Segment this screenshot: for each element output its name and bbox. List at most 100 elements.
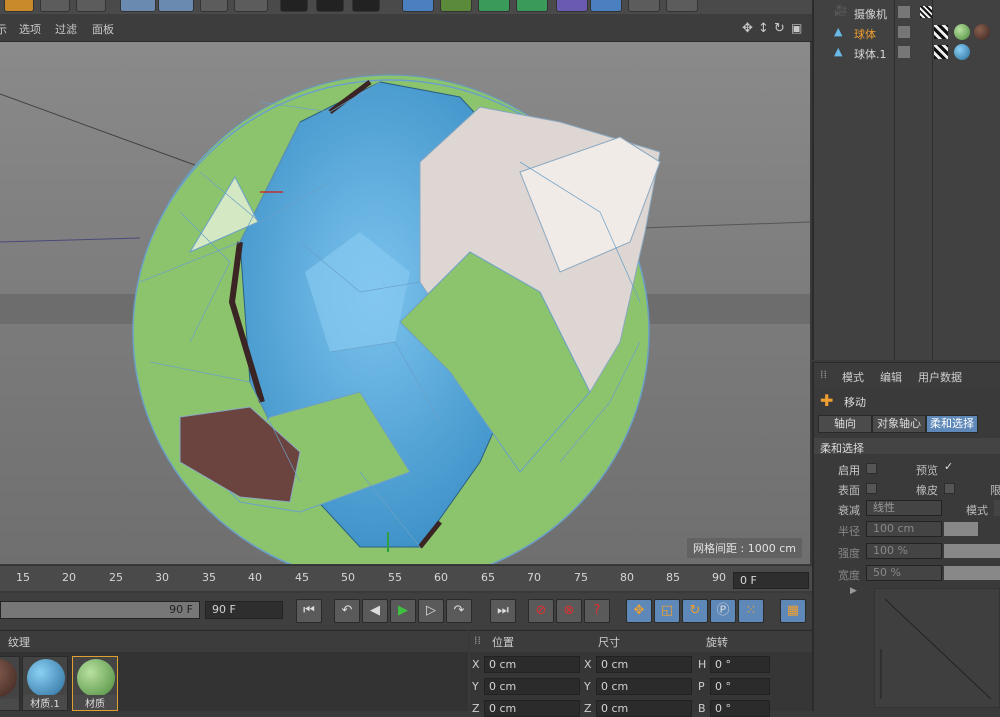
preview-checkmark-icon[interactable]: ✓ xyxy=(944,460,953,473)
end-frame-field[interactable]: 90 F xyxy=(205,601,283,619)
radius-slider[interactable] xyxy=(944,522,978,536)
point-level-key-icon[interactable]: ⁙ xyxy=(738,599,764,623)
array-button[interactable] xyxy=(516,0,548,12)
size-z-field[interactable]: 0 cm xyxy=(596,700,692,717)
tab-soft-selection[interactable]: 柔和选择 xyxy=(926,415,978,433)
next-key-icon[interactable]: ↷ xyxy=(446,599,472,623)
toolbar-button-2[interactable] xyxy=(40,0,70,12)
toolbar-button-6[interactable] xyxy=(200,0,228,12)
radius-field[interactable]: 100 cm xyxy=(866,521,942,537)
enable-checkbox[interactable] xyxy=(866,463,877,474)
menu-display[interactable]: 示 xyxy=(0,21,7,37)
timeline-ruler[interactable]: 15 20 25 30 35 40 45 50 55 60 65 70 75 8… xyxy=(0,565,812,591)
material-swatch[interactable]: 2 xyxy=(0,656,20,711)
cube-object-button[interactable] xyxy=(402,0,434,12)
layer-tag-icon[interactable] xyxy=(898,6,910,18)
tab-axis[interactable]: 轴向 xyxy=(818,415,872,433)
light-button[interactable] xyxy=(666,0,698,12)
camera-button[interactable] xyxy=(628,0,660,12)
material-swatch[interactable]: 材质.1 xyxy=(22,656,68,711)
render-button[interactable] xyxy=(280,0,308,12)
deformer-button[interactable] xyxy=(556,0,588,12)
object-name: 球体.1 xyxy=(854,48,887,61)
object-row-sphere[interactable]: ▲ 球体 xyxy=(814,23,1000,43)
menu-filter[interactable]: 过滤 xyxy=(55,21,77,37)
material-menu-texture[interactable]: 纹理 xyxy=(8,634,30,650)
texture-tag-icon[interactable] xyxy=(934,25,948,39)
menu-panel[interactable]: 面板 xyxy=(92,21,114,37)
rotation-key-icon[interactable]: ↻ xyxy=(682,599,708,623)
mode-select[interactable] xyxy=(994,500,1000,516)
texture-tag-icon[interactable] xyxy=(934,45,948,59)
menu-options[interactable]: 选项 xyxy=(19,21,41,37)
position-x-field[interactable]: 0 cm xyxy=(484,656,580,673)
material-swatch-selected[interactable]: 材质 xyxy=(72,656,118,711)
size-x-field[interactable]: 0 cm xyxy=(596,656,692,673)
toolbar-button-4[interactable] xyxy=(120,0,156,12)
current-frame-field[interactable]: 0 F xyxy=(733,572,809,589)
dolly-view-icon[interactable]: ↕ xyxy=(758,21,769,36)
toolbar-button-5[interactable] xyxy=(158,0,194,12)
object-row-sphere-1[interactable]: ▲ 球体.1 xyxy=(814,43,1000,63)
tab-object-axis[interactable]: 对象轴心 xyxy=(872,415,926,433)
toolbar-button-1[interactable] xyxy=(4,0,34,12)
sphere-object[interactable] xyxy=(132,74,661,564)
attr-menu-edit[interactable]: 编辑 xyxy=(880,369,902,385)
rotation-b-field[interactable]: 0 ° xyxy=(710,700,770,717)
record-key-icon[interactable]: ⊘ xyxy=(528,599,554,623)
parameter-key-icon[interactable]: Ⓟ xyxy=(710,599,736,623)
width-slider[interactable] xyxy=(944,566,1000,580)
position-z-field[interactable]: 0 cm xyxy=(484,700,580,717)
layer-tag-icon[interactable] xyxy=(898,26,910,38)
viewport-menubar: 示 选项 过滤 面板 ✥ ↕ ↻ ▣ xyxy=(0,14,812,42)
go-to-start-icon[interactable]: ⏮ xyxy=(296,599,322,623)
go-to-end-icon[interactable]: ⏭ xyxy=(490,599,516,623)
material-manager: 2 材质.1 材质 xyxy=(0,652,468,711)
expand-arrow-icon[interactable]: ▶ xyxy=(850,586,857,596)
next-frame-icon[interactable]: ▷ xyxy=(418,599,444,623)
strength-slider[interactable] xyxy=(944,544,1000,558)
material-tag-icon[interactable] xyxy=(974,24,990,40)
position-key-icon[interactable]: ✥ xyxy=(626,599,652,623)
previous-key-icon[interactable]: ↶ xyxy=(334,599,360,623)
position-y-field[interactable]: 0 cm xyxy=(484,678,580,695)
render-settings-button[interactable] xyxy=(316,0,344,12)
frame-range-slider[interactable]: 90 F xyxy=(0,601,200,619)
coordinates-manager: X 0 cm X 0 cm H 0 ° Y 0 cm Y 0 cm P 0 ° … xyxy=(470,652,812,717)
material-tag-icon[interactable] xyxy=(954,24,970,40)
generator-button[interactable] xyxy=(478,0,510,12)
floor-button[interactable] xyxy=(590,0,622,12)
material-tag-icon[interactable] xyxy=(954,44,970,60)
previous-frame-icon[interactable]: ◀ xyxy=(362,599,388,623)
toolbar-button-7[interactable] xyxy=(234,0,268,12)
rotate-view-icon[interactable]: ↻ xyxy=(774,21,785,36)
size-y-field[interactable]: 0 cm xyxy=(596,678,692,695)
surface-checkbox[interactable] xyxy=(866,483,877,494)
play-icon[interactable]: ▶ xyxy=(390,599,416,623)
surface-label: 表面 xyxy=(838,484,860,497)
move-view-icon[interactable]: ✥ xyxy=(742,21,753,36)
falloff-select[interactable]: 线性 xyxy=(866,500,942,516)
rotation-p-field[interactable]: 0 ° xyxy=(710,678,770,695)
spline-button[interactable] xyxy=(440,0,472,12)
width-field[interactable]: 50 % xyxy=(866,565,942,581)
rotation-h-field[interactable]: 0 ° xyxy=(710,656,770,673)
preview-label: 预览 xyxy=(916,464,938,477)
keyframe-selection-icon[interactable]: ? xyxy=(584,599,610,623)
falloff-curve-graph[interactable] xyxy=(874,588,1000,708)
autokey-icon[interactable]: ⊗ xyxy=(556,599,582,623)
object-row-camera[interactable]: 🎥 摄像机 xyxy=(814,3,1000,23)
toolbar-button-3[interactable] xyxy=(76,0,106,12)
strength-field[interactable]: 100 % xyxy=(866,543,942,559)
tool-name: 移动 xyxy=(844,396,866,409)
camera-tag-icon[interactable] xyxy=(920,6,932,18)
3d-viewport[interactable]: 网格间距 : 1000 cm xyxy=(0,42,810,564)
attr-menu-mode[interactable]: 模式 xyxy=(842,369,864,385)
render-view-button[interactable] xyxy=(352,0,380,12)
layer-tag-icon[interactable] xyxy=(898,46,910,58)
timeline-window-icon[interactable]: ▦ xyxy=(780,599,806,623)
scale-key-icon[interactable]: ◱ xyxy=(654,599,680,623)
attr-menu-userdata[interactable]: 用户数据 xyxy=(918,369,962,385)
maximize-view-icon[interactable]: ▣ xyxy=(791,21,802,35)
rubber-checkbox[interactable] xyxy=(944,483,955,494)
